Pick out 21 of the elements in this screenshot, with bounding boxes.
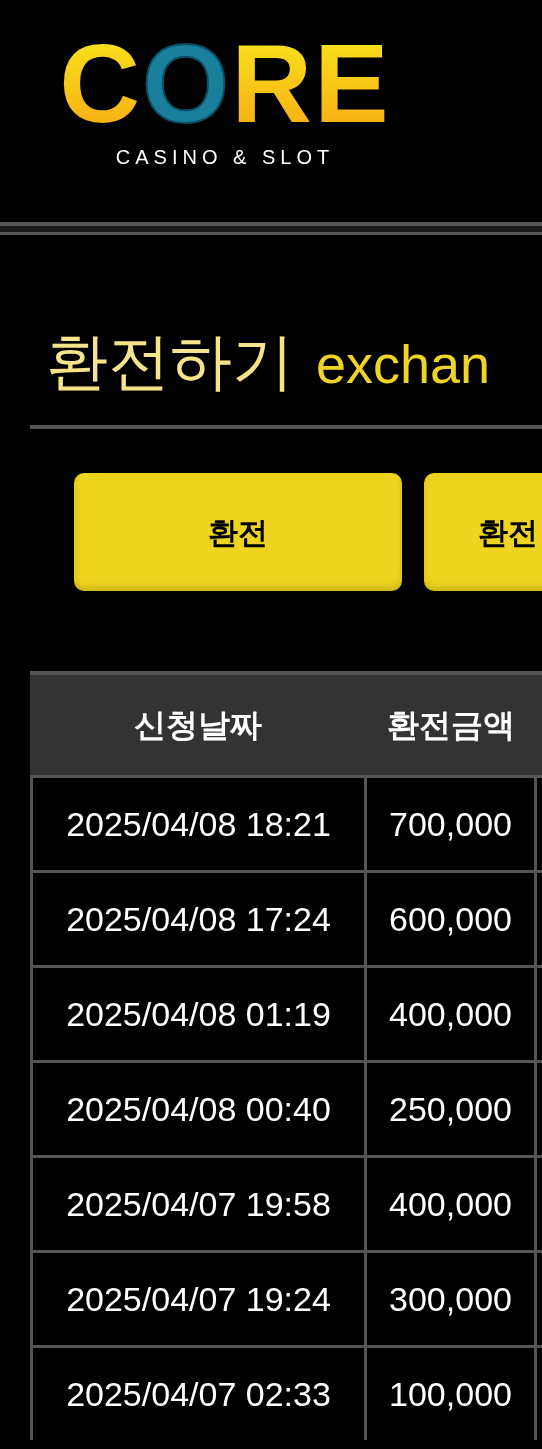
table-cell: 2025/04/08 01:19	[33, 968, 364, 1060]
table-cell: 300,000	[367, 1253, 534, 1345]
table-cell: 700,000	[367, 778, 534, 870]
table-cell: 100,000	[367, 1348, 534, 1440]
table-cell: 2025/04/07 19:58	[33, 1158, 364, 1250]
table-cell: 2025/04/07 19:24	[33, 1253, 364, 1345]
table-cell: 400,000	[367, 1158, 534, 1250]
exchange-tab-button[interactable]: 환전	[74, 473, 402, 591]
table-cell: 600,000	[367, 873, 534, 965]
table-cell: 2025/04/08 18:21	[33, 778, 364, 870]
page-title: 환전하기	[46, 331, 294, 393]
table-cell: 250,000	[367, 1063, 534, 1155]
column-header: 환전금액	[386, 706, 516, 745]
logo: CORE CASINO & SLOT	[58, 28, 392, 170]
table-cell: 400,000	[367, 968, 534, 1060]
table-cell: 2025/04/07 02:33	[33, 1348, 364, 1440]
column-header: 신청날짜	[133, 706, 263, 745]
exchange-tab-button[interactable]: 환전	[424, 473, 542, 591]
table-cell: 2025/04/08 17:24	[33, 873, 364, 965]
table-cell: 2025/04/08 00:40	[33, 1063, 364, 1155]
page-subtitle: exchan	[316, 337, 491, 391]
